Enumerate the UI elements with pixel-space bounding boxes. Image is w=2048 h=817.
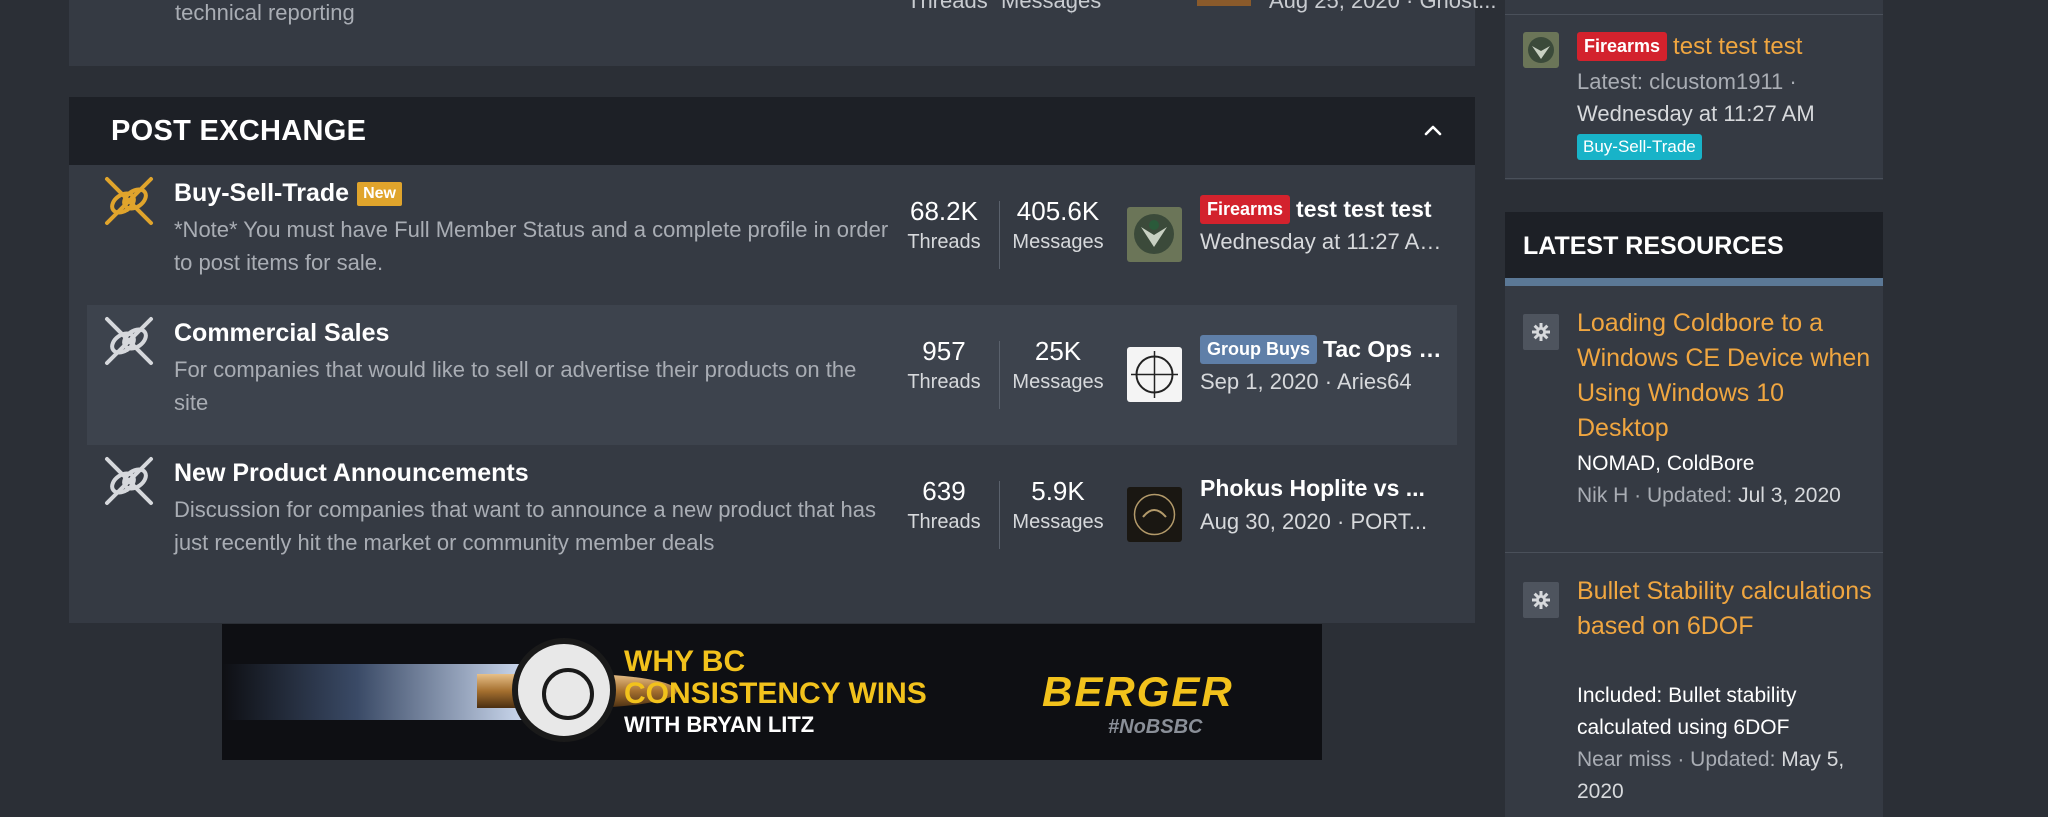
threads-label: Threads xyxy=(907,0,988,13)
linked-rings-icon xyxy=(105,457,153,505)
node-title[interactable]: New Product Announcements xyxy=(174,459,529,488)
sidebar-block-title[interactable]: LATEST RESOURCES xyxy=(1523,232,1784,261)
threads-label: Threads xyxy=(907,371,981,393)
resource-updated-date[interactable]: Jul 3, 2020 xyxy=(1738,484,1841,507)
threads-stat: 68.2K Threads xyxy=(897,195,991,257)
divider xyxy=(1505,552,1883,553)
messages-label: Messages xyxy=(1001,0,1102,13)
avatar[interactable] xyxy=(1523,32,1559,68)
resource-meta: Near miss · Updated: May 5, 2020 xyxy=(1577,744,1873,808)
last-post-title-text[interactable]: Phokus Hoplite vs ... xyxy=(1200,475,1425,502)
threads-label: Threads xyxy=(907,231,981,253)
banner-headline-line-1: WHY BC xyxy=(624,645,746,678)
messages-stat: 5.9K Messages xyxy=(1003,475,1113,537)
threads-label: Threads xyxy=(907,511,981,533)
forum-node-commercial-sales: Commercial Sales For companies that woul… xyxy=(87,305,1457,445)
sidebar-latest-post: Firearms test test test Latest: clcustom… xyxy=(1505,0,1883,180)
messages-label: Messages xyxy=(1012,371,1104,393)
last-post-title-text[interactable]: Tac Ops Group Buy xyxy=(1323,336,1450,363)
resource-description: Included: Bullet stability calculated us… xyxy=(1577,684,1797,739)
node-description: For companies that would like to sell or… xyxy=(174,357,857,415)
resource-meta: Nik H · Updated: Jul 3, 2020 xyxy=(1577,480,1873,512)
latest-post-title-text[interactable]: test test test xyxy=(1673,33,1802,61)
resource-title[interactable]: Bullet Stability calculations based on 6… xyxy=(1577,574,1873,644)
berger-logo: BERGER xyxy=(1042,668,1234,715)
last-post-title[interactable]: Phokus Hoplite vs ... xyxy=(1200,475,1450,502)
divider xyxy=(1505,178,1883,179)
resource-author[interactable]: Near miss · Updated: xyxy=(1577,748,1775,771)
last-post-title-text[interactable]: test test test xyxy=(1296,196,1431,223)
everyday-sniper-seal xyxy=(512,638,616,742)
latest-post-title[interactable]: Firearms test test test xyxy=(1577,32,1802,61)
category-post-exchange: POST EXCHANGE Buy-Sell-Trade New *Note* … xyxy=(69,97,1475,623)
last-post-avatar[interactable] xyxy=(1127,347,1182,402)
banner-headline: WHY BC CONSISTENCY WINS xyxy=(624,646,927,710)
last-post-meta[interactable]: Aug 25, 2020 · Ghost... xyxy=(1269,0,1509,14)
node-description: Discussion for companies that want to an… xyxy=(174,497,876,555)
messages-stat: 25K Messages xyxy=(1003,335,1113,397)
forum-node-buy-sell-trade: Buy-Sell-Trade New *Note* You must have … xyxy=(87,165,1457,305)
last-post-meta[interactable]: Aug 30, 2020 · PORT... xyxy=(1200,509,1450,535)
stat-divider xyxy=(999,481,1000,549)
gear-icon xyxy=(1523,582,1559,618)
chevron-up-icon[interactable] xyxy=(1421,119,1445,143)
stat-divider xyxy=(999,201,1000,269)
messages-label: Messages xyxy=(1012,231,1104,253)
header-accent-bar xyxy=(1505,278,1883,286)
last-post-thumbnail[interactable] xyxy=(1197,0,1251,6)
prefix-firearms[interactable]: Firearms xyxy=(1200,195,1291,224)
gear-icon xyxy=(1523,314,1559,350)
latest-post-meta: Latest: clcustom1911 · Wednesday at 11:2… xyxy=(1577,66,1867,130)
messages-count: 25K xyxy=(1034,336,1082,366)
stat-divider xyxy=(999,341,1000,409)
messages-label: Messages xyxy=(1012,511,1104,533)
resource-title[interactable]: Loading Coldbore to a Windows CE Device … xyxy=(1577,306,1873,446)
last-post-meta[interactable]: Sep 1, 2020 · Aries64 xyxy=(1200,369,1450,395)
messages-count: 5.9K xyxy=(1031,476,1085,506)
last-post-meta[interactable]: Wednesday at 11:27 AM · clcustom1911 xyxy=(1200,229,1450,255)
threads-count: 639 xyxy=(922,476,966,506)
threads-count: 68.2K xyxy=(910,196,978,226)
last-post-title[interactable]: Group Buys Tac Ops Group Buy xyxy=(1200,335,1450,364)
node-title-text[interactable]: New Product Announcements xyxy=(174,459,529,488)
threads-stat: 639 Threads xyxy=(897,475,991,537)
prefix-group-buys[interactable]: Group Buys xyxy=(1200,335,1318,364)
category-header: POST EXCHANGE xyxy=(69,97,1475,165)
last-post-title[interactable]: Firearms test test test xyxy=(1200,195,1450,224)
forum-badge[interactable]: Buy-Sell-Trade xyxy=(1577,134,1702,160)
ad-banner[interactable]: WHY BC CONSISTENCY WINS WITH BRYAN LITZ … xyxy=(222,624,1322,760)
divider xyxy=(1505,14,1883,15)
last-post-avatar[interactable] xyxy=(1127,207,1182,262)
last-post-avatar[interactable] xyxy=(1127,487,1182,542)
resource-description: NOMAD, ColdBore xyxy=(1577,452,1755,475)
linked-rings-icon xyxy=(105,317,153,365)
node-title[interactable]: Commercial Sales xyxy=(174,319,389,348)
node-description: *Note* You must have Full Member Status … xyxy=(174,217,889,275)
forum-node-new-product-announcements: New Product Announcements Discussion for… xyxy=(87,445,1457,585)
latest-post-time[interactable]: Wednesday at 11:27 AM xyxy=(1577,101,1815,126)
threads-stat: 957 Threads xyxy=(897,335,991,397)
node-title[interactable]: Buy-Sell-Trade New xyxy=(174,179,402,208)
node-description: technical reporting xyxy=(175,0,355,25)
messages-stat: 405.6K Messages xyxy=(1003,195,1113,257)
resource-author[interactable]: Nik H · Updated: xyxy=(1577,484,1732,507)
node-title-text[interactable]: Buy-Sell-Trade xyxy=(174,179,349,208)
latest-post-author[interactable]: Latest: clcustom1911 · xyxy=(1577,66,1867,98)
prefix-firearms[interactable]: Firearms xyxy=(1577,32,1668,61)
previous-category-tail: technical reporting Threads Messages Aug… xyxy=(69,0,1496,66)
threads-count: 957 xyxy=(922,336,966,366)
banner-hashtag: #NoBSBC xyxy=(1108,716,1203,738)
banner-subline: WITH BRYAN LITZ xyxy=(624,712,815,737)
sidebar-latest-resources: LATEST RESOURCES Loading Coldbore to a W… xyxy=(1505,212,1883,817)
category-title[interactable]: POST EXCHANGE xyxy=(111,115,366,148)
messages-count: 405.6K xyxy=(1016,196,1100,226)
linked-rings-icon xyxy=(105,177,153,225)
node-title-text[interactable]: Commercial Sales xyxy=(174,319,389,348)
sidebar-block-header: LATEST RESOURCES xyxy=(1505,212,1883,280)
banner-headline-line-2: CONSISTENCY WINS xyxy=(624,677,927,710)
new-badge: New xyxy=(357,181,402,206)
